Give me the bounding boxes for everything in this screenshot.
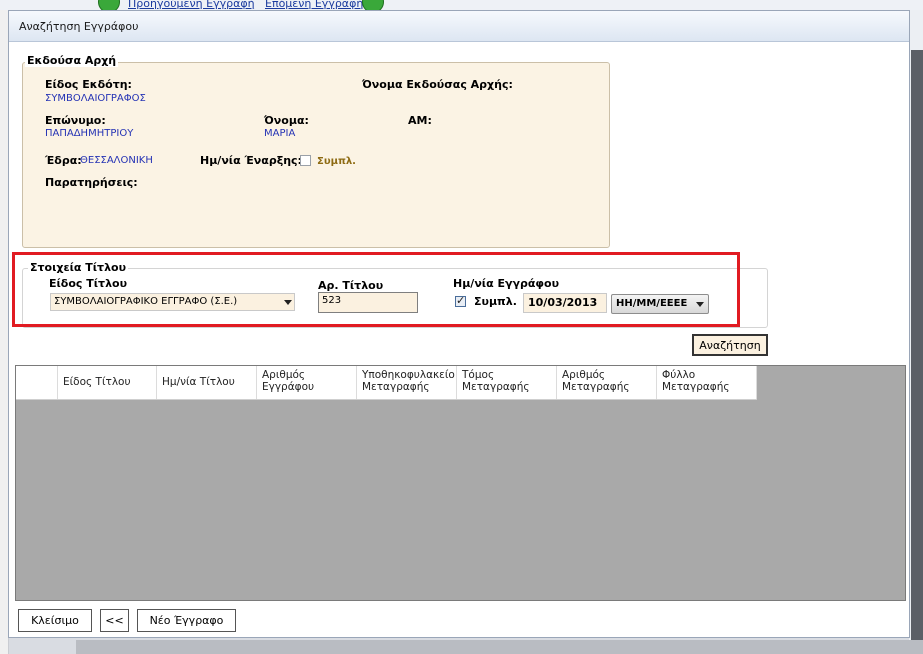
column-title-type[interactable]: Είδος Τίτλου — [58, 366, 157, 399]
seat-value: ΘΕΣΣΑΛΟΝΙΚΗ — [80, 155, 153, 166]
background-bottom-bar — [76, 640, 923, 654]
column-title-date[interactable]: Ημ/νία Τίτλου — [157, 366, 257, 399]
column-transcription-number[interactable]: Αριθμός Μεταγραφής — [557, 366, 657, 399]
start-date-label: Ημ/νία Έναρξης: — [200, 154, 302, 167]
background-scroll-area — [911, 50, 923, 640]
start-date-complete-label: Συμπλ. — [317, 156, 356, 167]
search-document-dialog: Αναζήτηση Εγγράφου Εκδούσα Αρχή Είδος Εκ… — [8, 10, 910, 638]
surname-label: Επώνυμο: — [45, 114, 106, 127]
name-label: Όνομα: — [264, 114, 309, 127]
back-button[interactable]: << — [100, 609, 129, 632]
highlight-frame — [12, 252, 740, 327]
seat-label: Έδρα: — [45, 154, 82, 167]
dialog-titlebar[interactable]: Αναζήτηση Εγγράφου — [9, 11, 909, 42]
grid-header: Είδος Τίτλου Ημ/νία Τίτλου Αριθμός Εγγρά… — [16, 366, 757, 400]
authority-name-label: Όνομα Εκδούσας Αρχής: — [362, 78, 513, 91]
issuer-type-value: ΣΥΜΒΟΛΑΙΟΓΡΑΦΟΣ — [45, 93, 146, 104]
close-button[interactable]: Κλείσιμο — [18, 609, 92, 632]
name-value: ΜΑΡΙΑ — [264, 128, 296, 139]
notes-label: Παρατηρήσεις: — [45, 176, 138, 189]
search-button[interactable]: Αναζήτηση — [692, 334, 768, 356]
am-label: ΑΜ: — [408, 114, 432, 127]
results-grid[interactable]: Είδος Τίτλου Ημ/νία Τίτλου Αριθμός Εγγρά… — [15, 365, 906, 601]
start-date-complete-checkbox[interactable] — [300, 155, 311, 166]
previous-record-link[interactable]: Προηγούμενη Εγγραφή — [128, 0, 255, 10]
column-registry-office[interactable]: Υποθηκοφυλακείο Μεταγραφής — [357, 366, 457, 399]
surname-value: ΠΑΠΑΔΗΜΗΤΡΙΟΥ — [45, 128, 134, 139]
issuing-authority-title: Εκδούσα Αρχή — [25, 54, 119, 67]
dialog-title: Αναζήτηση Εγγράφου — [19, 20, 139, 33]
new-document-button[interactable]: Νέο Έγγραφο — [137, 609, 236, 632]
column-transcription-volume[interactable]: Τόμος Μεταγραφής — [457, 366, 557, 399]
column-transcription-sheet[interactable]: Φύλλο Μεταγραφής — [657, 366, 757, 399]
column-document-number[interactable]: Αριθμός Εγγράφου — [257, 366, 357, 399]
grid-row-header-corner — [16, 366, 58, 399]
issuer-type-label: Είδος Εκδότη: — [45, 78, 132, 91]
next-record-link[interactable]: Επόμενη Εγγραφή — [265, 0, 363, 10]
